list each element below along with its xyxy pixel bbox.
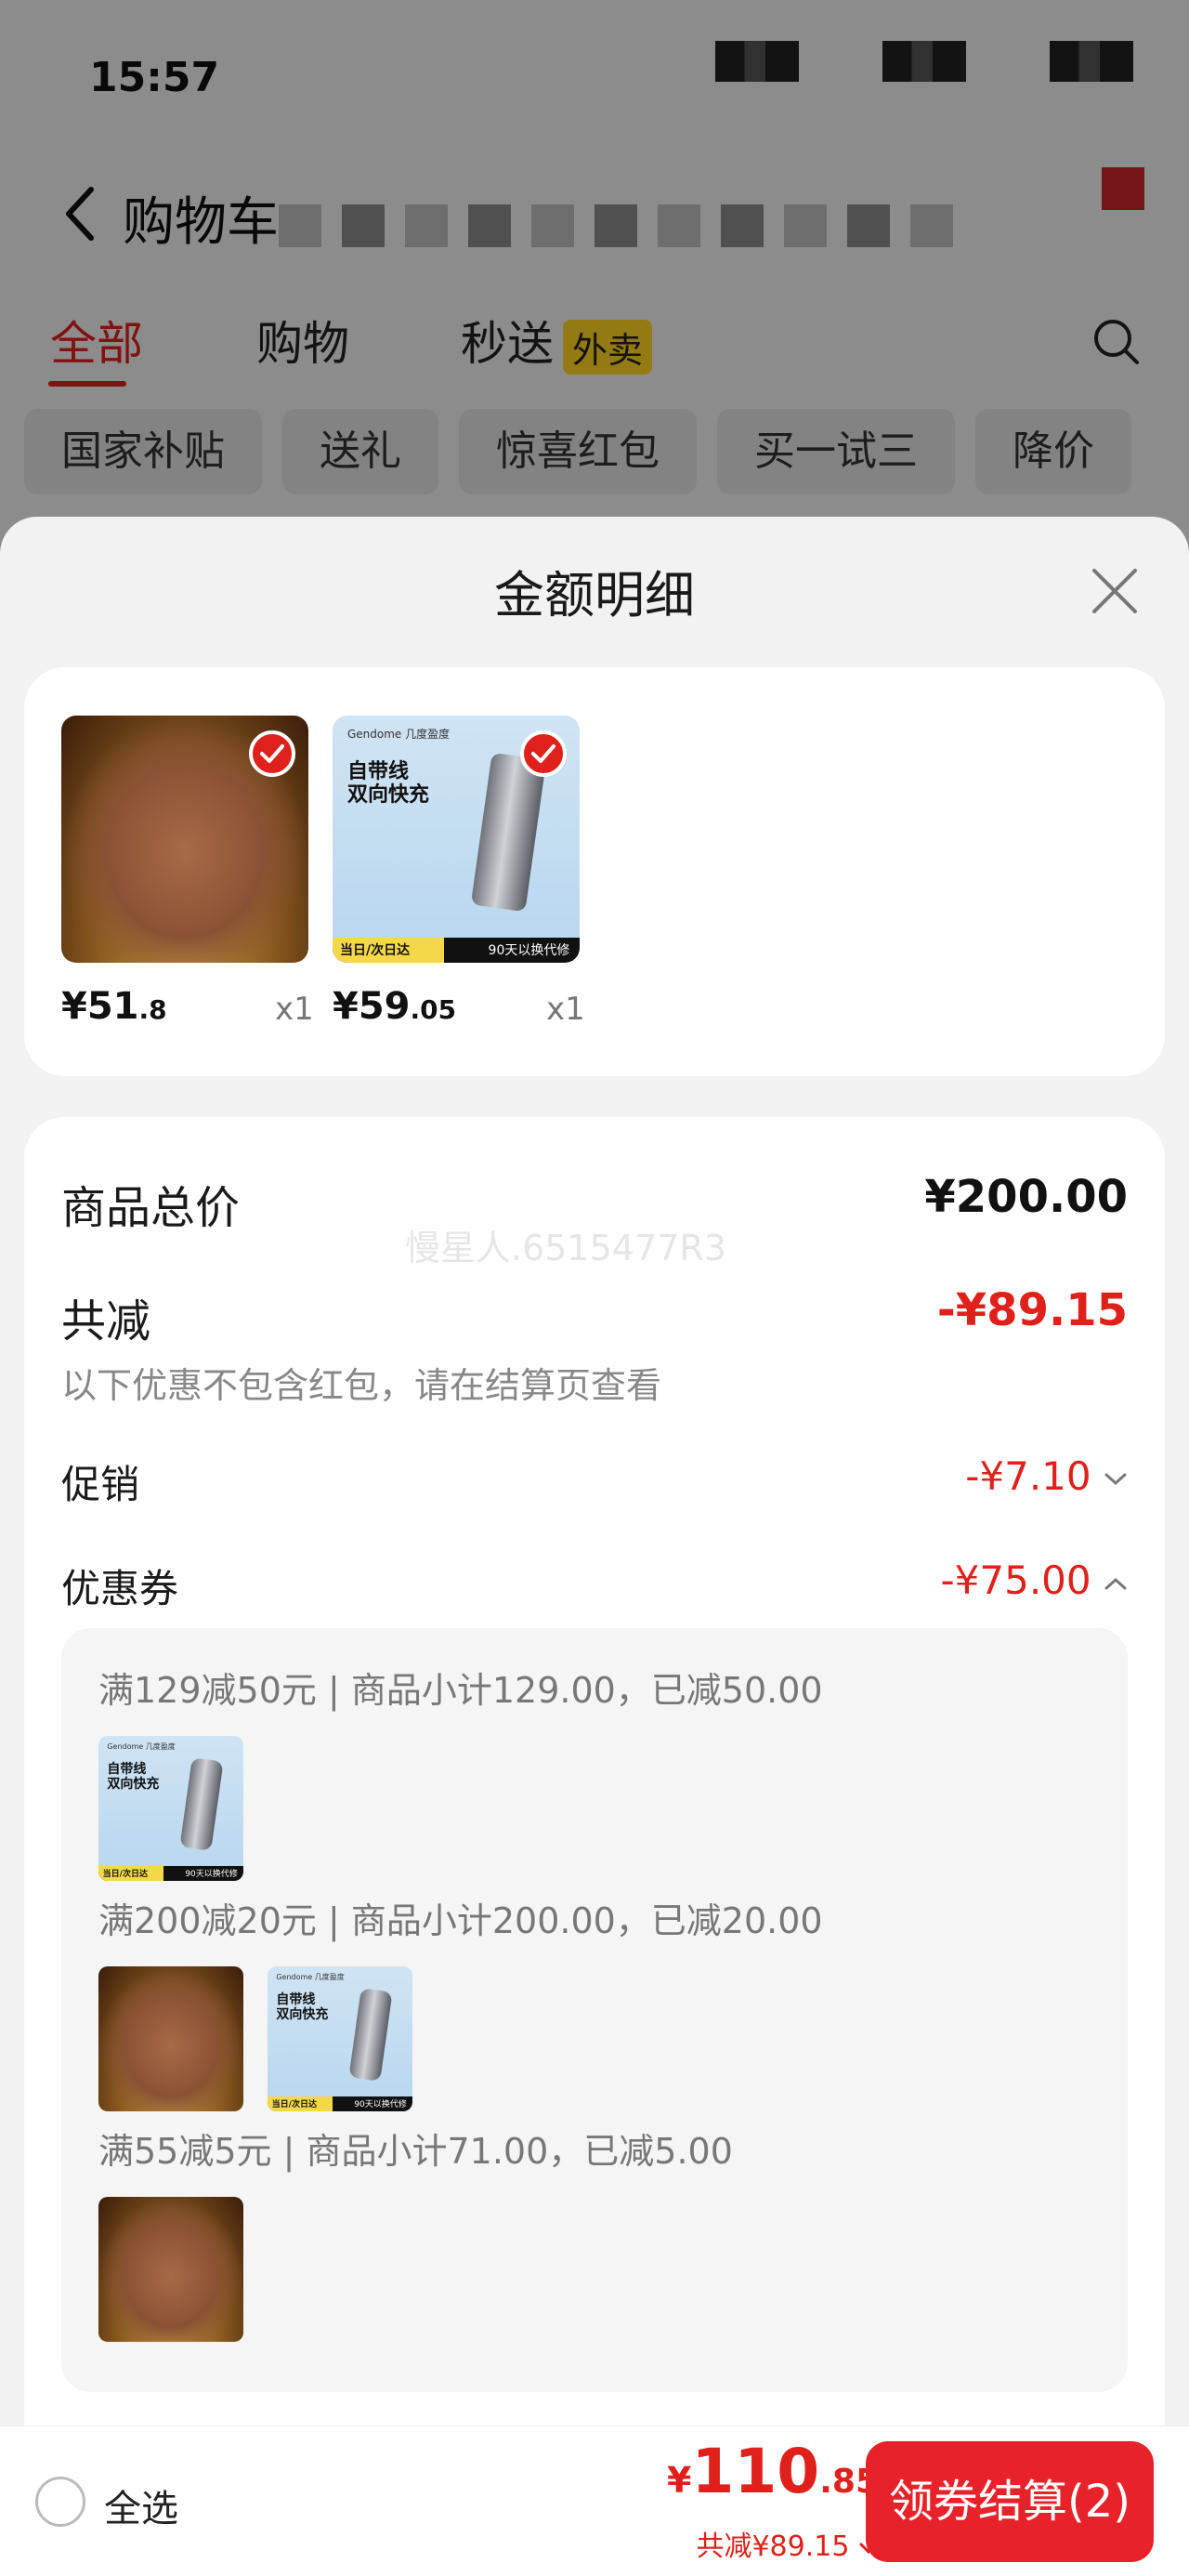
- coupon-item-image: [98, 1966, 243, 2111]
- total-price-label: 商品总价: [61, 1182, 241, 1234]
- select-all-label[interactable]: 全选: [104, 2478, 178, 2532]
- checked-icon: [249, 730, 295, 777]
- select-all-radio[interactable]: [35, 2477, 85, 2527]
- coupon-item-image: Gendome 几度盈度 自带线 双向快充 当日/次日达 90天以换代修: [268, 1966, 412, 2111]
- sheet-title: 金额明细: [494, 566, 695, 624]
- total-price-value: ¥200.00: [924, 1171, 1128, 1223]
- promotion-value[interactable]: -¥7.10: [965, 1453, 1128, 1499]
- coupon-item-image: Gendome 几度盈度 自带线 双向快充 当日/次日达 90天以换代修: [98, 1736, 243, 1881]
- coupon-rule: 满129减50元 | 商品小计129.00，已减50.00: [98, 1670, 823, 1711]
- product-qty: x1: [546, 991, 585, 1028]
- checkout-button[interactable]: 领券结算(2): [866, 2441, 1154, 2562]
- amount-detail-sheet: 金额明细 ¥51.8 x1 Gendome 几度盈度 自带线 双向快充 当日/次…: [0, 517, 1189, 2576]
- checkout-bar: 全选 ¥110.85 共减¥89.15 领券结算(2): [0, 2425, 1189, 2576]
- chevron-down-icon: [1104, 1473, 1127, 1485]
- coupon-value[interactable]: -¥75.00: [941, 1557, 1128, 1603]
- coupon-detail-box: 满129减50元 | 商品小计129.00，已减50.00 Gendome 几度…: [61, 1628, 1128, 2392]
- close-icon[interactable]: [1089, 565, 1141, 617]
- total-reduce-toggle[interactable]: 共减¥89.15: [696, 2523, 879, 2564]
- watermark: 慢星人.6515477R3: [405, 1228, 726, 1268]
- product-image-cocoa: [61, 716, 308, 963]
- coupon-rule: 满55减5元 | 商品小计71.00，已减5.00: [98, 2131, 733, 2172]
- selected-products-card: ¥51.8 x1 Gendome 几度盈度 自带线 双向快充 当日/次日达 90…: [24, 667, 1165, 1076]
- total-reduce-label: 共减: [61, 1295, 151, 1347]
- price-summary-card: 商品总价 ¥200.00 慢星人.6515477R3 共减 -¥89.15 以下…: [24, 1117, 1165, 2576]
- product-price: ¥59.05: [333, 985, 457, 1028]
- reduce-note: 以下优惠不包含红包，请在结算页查看: [61, 1365, 662, 1406]
- product-qty: x1: [275, 991, 314, 1028]
- total-reduce-value: -¥89.15: [936, 1284, 1128, 1336]
- coupon-item-image: [98, 2197, 243, 2342]
- total-payable: ¥110.85: [666, 2436, 879, 2507]
- coupon-rule: 满200减20元 | 商品小计200.00，已减20.00: [98, 1900, 823, 1941]
- coupon-label: 优惠券: [61, 1566, 179, 1611]
- checked-icon: [520, 730, 567, 777]
- product-image-powerbank: Gendome 几度盈度 自带线 双向快充 当日/次日达 90天以换代修: [333, 716, 580, 963]
- chevron-up-icon: [1104, 1577, 1127, 1589]
- product-price: ¥51.8: [61, 985, 167, 1028]
- promotion-label: 促销: [61, 1462, 140, 1507]
